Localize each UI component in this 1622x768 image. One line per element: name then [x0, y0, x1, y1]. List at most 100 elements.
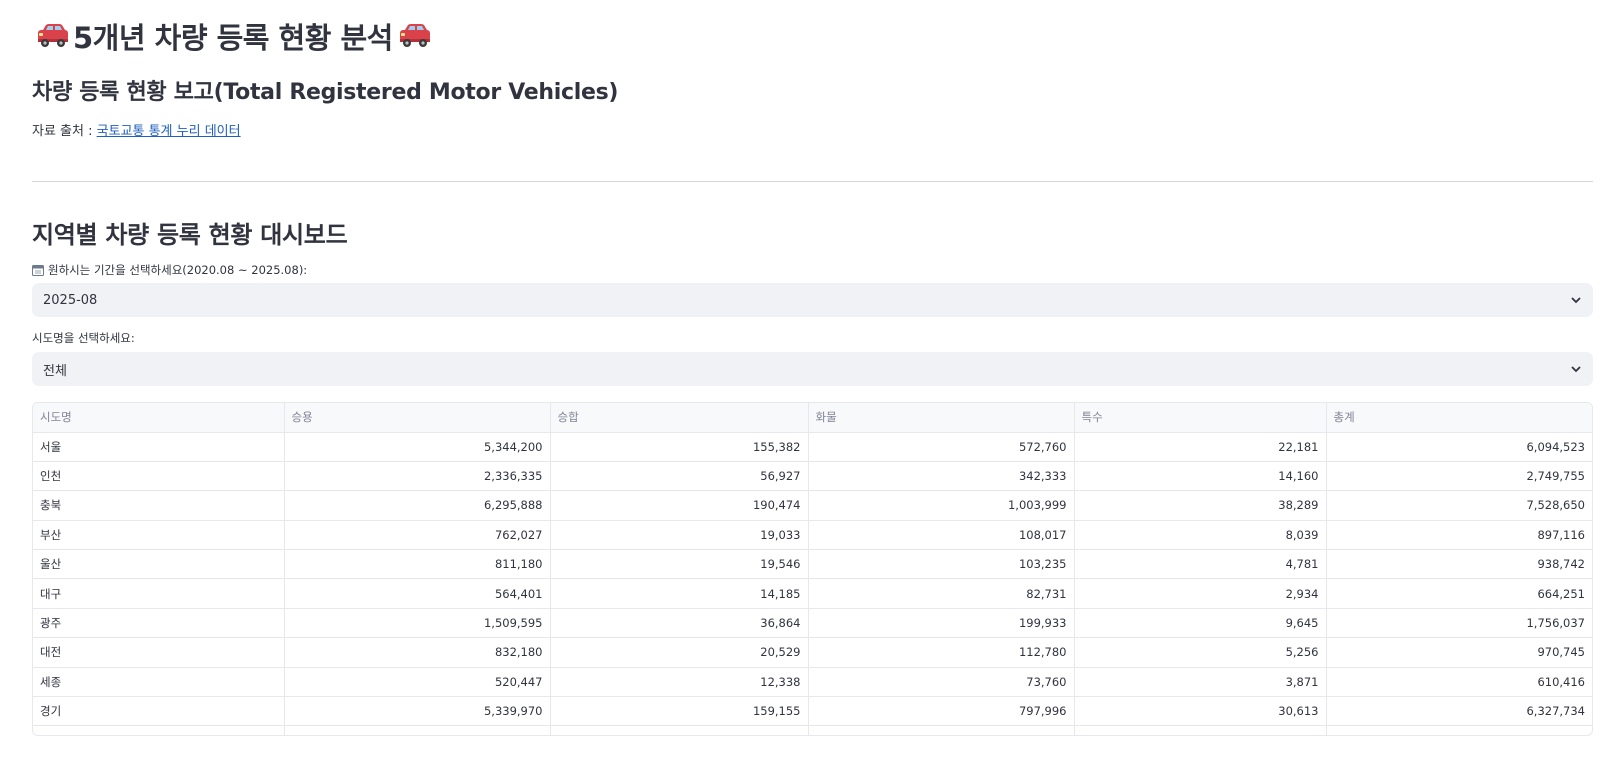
cell-value[interactable]: 199,933: [808, 608, 1075, 639]
cell-value[interactable]: 797,996: [808, 696, 1075, 727]
cell-value[interactable]: 342,333: [808, 461, 1075, 492]
source-line: 자료 출처 : 국토교통 통계 누리 데이터: [32, 120, 241, 139]
cell-value[interactable]: [1326, 725, 1592, 735]
cell-region[interactable]: [33, 725, 285, 735]
table-row: 광주 1,509,595 36,864 199,933 9,645 1,756,…: [33, 608, 1592, 639]
region-label-text: 시도명을 선택하세요:: [32, 331, 135, 345]
car-icon: [38, 24, 68, 47]
cell-value[interactable]: 8,039: [1074, 520, 1327, 551]
cell-value[interactable]: 970,745: [1326, 637, 1592, 668]
calendar-icon: [32, 265, 44, 276]
cell-value[interactable]: [284, 725, 551, 735]
source-label: 자료 출처 :: [32, 124, 97, 139]
car-icon: [399, 24, 430, 47]
cell-value[interactable]: 897,116: [1326, 520, 1592, 551]
column-header[interactable]: 승합: [550, 403, 809, 433]
cell-value[interactable]: 36,864: [550, 608, 809, 639]
cell-value[interactable]: [1074, 725, 1327, 735]
table-row: 경기 5,339,970 159,155 797,996 30,613 6,32…: [33, 696, 1592, 727]
column-header[interactable]: 화물: [808, 403, 1075, 433]
cell-value[interactable]: [550, 725, 809, 735]
region-select[interactable]: 전체: [32, 352, 1593, 386]
cell-value[interactable]: 2,336,335: [284, 461, 551, 492]
cell-value[interactable]: [808, 725, 1075, 735]
column-header[interactable]: 시도명: [33, 403, 285, 433]
cell-value[interactable]: 112,780: [808, 637, 1075, 668]
cell-value[interactable]: 1,509,595: [284, 608, 551, 639]
cell-region[interactable]: 세종: [33, 667, 285, 698]
period-select-value: 2025-08: [43, 292, 98, 308]
data-table[interactable]: 시도명 승용 승합 화물 특수 총계 서울 5,344,200 155,382 …: [32, 402, 1593, 736]
cell-value[interactable]: 5,344,200: [284, 432, 551, 462]
cell-region[interactable]: 경기: [33, 696, 285, 727]
region-label: 시도명을 선택하세요:: [32, 330, 135, 346]
cell-value[interactable]: 564,401: [284, 578, 551, 609]
table-row: 부산 762,027 19,033 108,017 8,039 897,116: [33, 520, 1592, 551]
cell-value[interactable]: 520,447: [284, 667, 551, 698]
chevron-down-icon: [1571, 366, 1581, 373]
cell-value[interactable]: 20,529: [550, 637, 809, 668]
cell-value[interactable]: 5,256: [1074, 637, 1327, 668]
dashboard-title: 지역별 차량 등록 현황 대시보드: [32, 221, 348, 249]
cell-value[interactable]: 4,781: [1074, 549, 1327, 580]
cell-value[interactable]: 938,742: [1326, 549, 1592, 580]
cell-value[interactable]: 2,934: [1074, 578, 1327, 609]
period-label: 원하시는 기간을 선택하세요(2020.08 ~ 2025.08):: [32, 262, 307, 278]
cell-region[interactable]: 울산: [33, 549, 285, 580]
cell-value[interactable]: 30,613: [1074, 696, 1327, 727]
cell-value[interactable]: 82,731: [808, 578, 1075, 609]
cell-value[interactable]: 5,339,970: [284, 696, 551, 727]
cell-value[interactable]: 19,033: [550, 520, 809, 551]
region-select-value: 전체: [43, 363, 67, 379]
cell-value[interactable]: 56,927: [550, 461, 809, 492]
cell-value[interactable]: 14,160: [1074, 461, 1327, 492]
chevron-down-icon: [1571, 297, 1581, 304]
cell-value[interactable]: 832,180: [284, 637, 551, 668]
cell-region[interactable]: 대구: [33, 578, 285, 609]
cell-value[interactable]: 103,235: [808, 549, 1075, 580]
cell-value[interactable]: 7,528,650: [1326, 490, 1592, 521]
cell-value[interactable]: 38,289: [1074, 490, 1327, 521]
table-row: 세종 520,447 12,338 73,760 3,871 610,416: [33, 667, 1592, 698]
cell-value[interactable]: 6,327,734: [1326, 696, 1592, 727]
cell-value[interactable]: 1,003,999: [808, 490, 1075, 521]
cell-region[interactable]: 충북: [33, 490, 285, 521]
table-row: 충북 6,295,888 190,474 1,003,999 38,289 7,…: [33, 490, 1592, 521]
cell-value[interactable]: 762,027: [284, 520, 551, 551]
column-header[interactable]: 승용: [284, 403, 551, 433]
cell-value[interactable]: 73,760: [808, 667, 1075, 698]
cell-value[interactable]: 811,180: [284, 549, 551, 580]
table-row: 울산 811,180 19,546 103,235 4,781 938,742: [33, 549, 1592, 580]
cell-value[interactable]: 155,382: [550, 432, 809, 462]
cell-region[interactable]: 인천: [33, 461, 285, 492]
cell-value[interactable]: 1,756,037: [1326, 608, 1592, 639]
table-row: 대구 564,401 14,185 82,731 2,934 664,251: [33, 578, 1592, 609]
cell-value[interactable]: 2,749,755: [1326, 461, 1592, 492]
cell-value[interactable]: 664,251: [1326, 578, 1592, 609]
section-divider: [32, 181, 1593, 182]
column-header[interactable]: 특수: [1074, 403, 1327, 433]
period-select[interactable]: 2025-08: [32, 283, 1593, 317]
cell-value[interactable]: 3,871: [1074, 667, 1327, 698]
cell-region[interactable]: 대전: [33, 637, 285, 668]
cell-region[interactable]: 광주: [33, 608, 285, 639]
table-row: 서울 5,344,200 155,382 572,760 22,181 6,09…: [33, 432, 1592, 462]
cell-region[interactable]: 서울: [33, 432, 285, 462]
cell-value[interactable]: 6,094,523: [1326, 432, 1592, 462]
report-subtitle: 차량 등록 현황 보고(Total Registered Motor Vehic…: [32, 80, 619, 105]
cell-value[interactable]: 14,185: [550, 578, 809, 609]
cell-value[interactable]: 108,017: [808, 520, 1075, 551]
cell-region[interactable]: 부산: [33, 520, 285, 551]
cell-value[interactable]: 12,338: [550, 667, 809, 698]
cell-value[interactable]: 610,416: [1326, 667, 1592, 698]
cell-value[interactable]: 572,760: [808, 432, 1075, 462]
cell-value[interactable]: 19,546: [550, 549, 809, 580]
cell-value[interactable]: 22,181: [1074, 432, 1327, 462]
cell-value[interactable]: 190,474: [550, 490, 809, 521]
cell-value[interactable]: 6,295,888: [284, 490, 551, 521]
column-header[interactable]: 총계: [1326, 403, 1592, 433]
cell-value[interactable]: 9,645: [1074, 608, 1327, 639]
source-link[interactable]: 국토교통 통계 누리 데이터: [97, 124, 241, 139]
cell-value[interactable]: 159,155: [550, 696, 809, 727]
period-label-text: 원하시는 기간을 선택하세요(2020.08 ~ 2025.08):: [48, 263, 308, 277]
